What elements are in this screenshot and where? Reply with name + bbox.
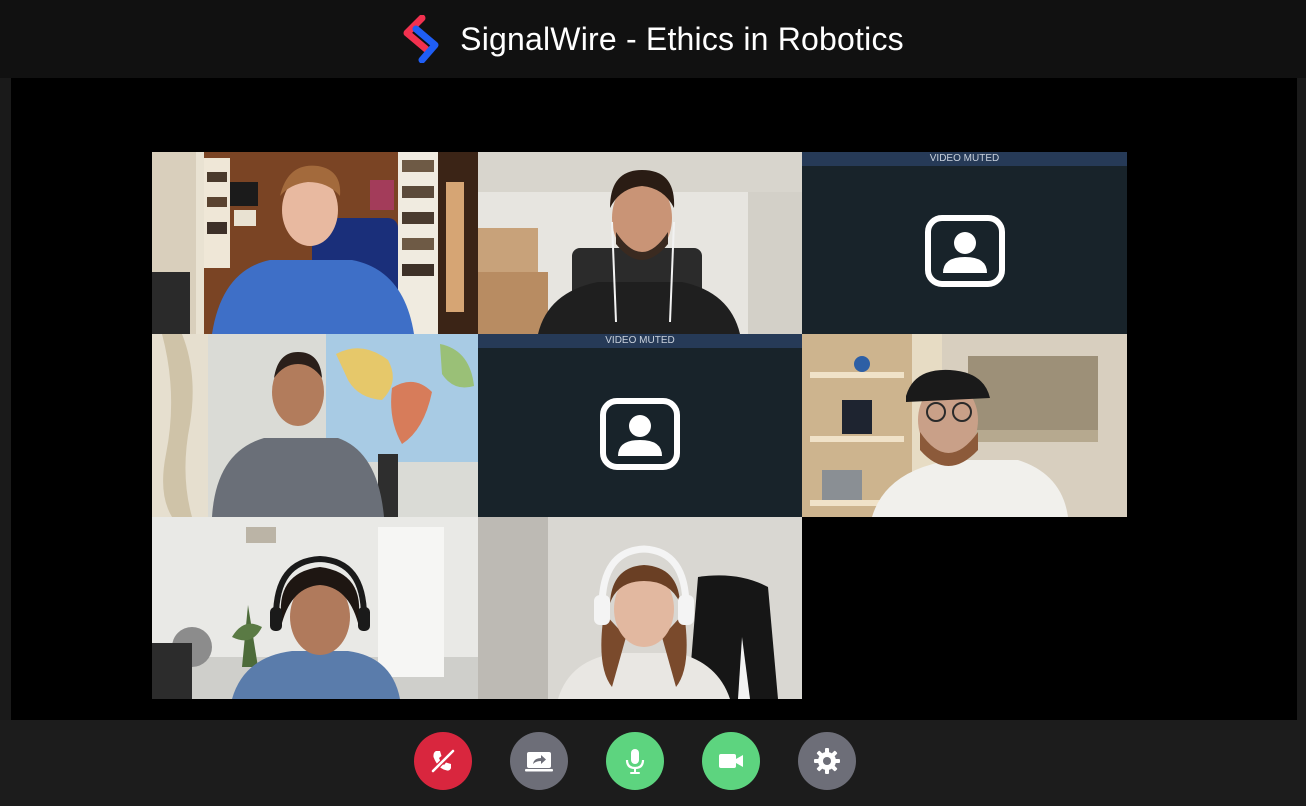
microphone-button[interactable] (606, 732, 664, 790)
gear-icon (814, 748, 840, 774)
settings-button[interactable] (798, 732, 856, 790)
participant-tile-6[interactable] (802, 334, 1127, 517)
call-controls-bar (0, 720, 1306, 806)
camera-icon (719, 754, 743, 768)
avatar-placeholder-icon (600, 397, 680, 470)
participant-tile-4[interactable] (152, 334, 478, 517)
hangup-button[interactable] (414, 732, 472, 790)
participant-tile-1[interactable] (152, 152, 478, 334)
avatar-placeholder-icon (924, 215, 1005, 287)
screen-share-icon (525, 752, 553, 772)
signalwire-logo (403, 15, 439, 63)
video-feed (478, 152, 802, 334)
participant-tile-3[interactable]: VIDEO MUTED (802, 152, 1127, 334)
camera-button[interactable] (702, 732, 760, 790)
video-stage: VIDEO MUTED VIDEO MUTED (11, 78, 1297, 720)
video-feed (802, 334, 1127, 517)
participant-tile-8[interactable] (478, 517, 802, 699)
app-header: SignalWire - Ethics in Robotics (0, 0, 1306, 78)
participant-tile-5[interactable]: VIDEO MUTED (478, 334, 802, 517)
participant-tile-2[interactable] (478, 152, 802, 334)
video-muted-label: VIDEO MUTED (802, 152, 1127, 166)
video-feed (478, 517, 802, 699)
video-feed (152, 152, 478, 334)
video-feed (152, 334, 478, 517)
page-title: SignalWire - Ethics in Robotics (460, 20, 904, 57)
hangup-icon (431, 749, 455, 773)
microphone-icon (625, 749, 645, 774)
video-muted-label: VIDEO MUTED (478, 334, 802, 348)
video-feed (152, 517, 478, 699)
participant-tile-7[interactable] (152, 517, 478, 699)
screen-share-button[interactable] (510, 732, 568, 790)
